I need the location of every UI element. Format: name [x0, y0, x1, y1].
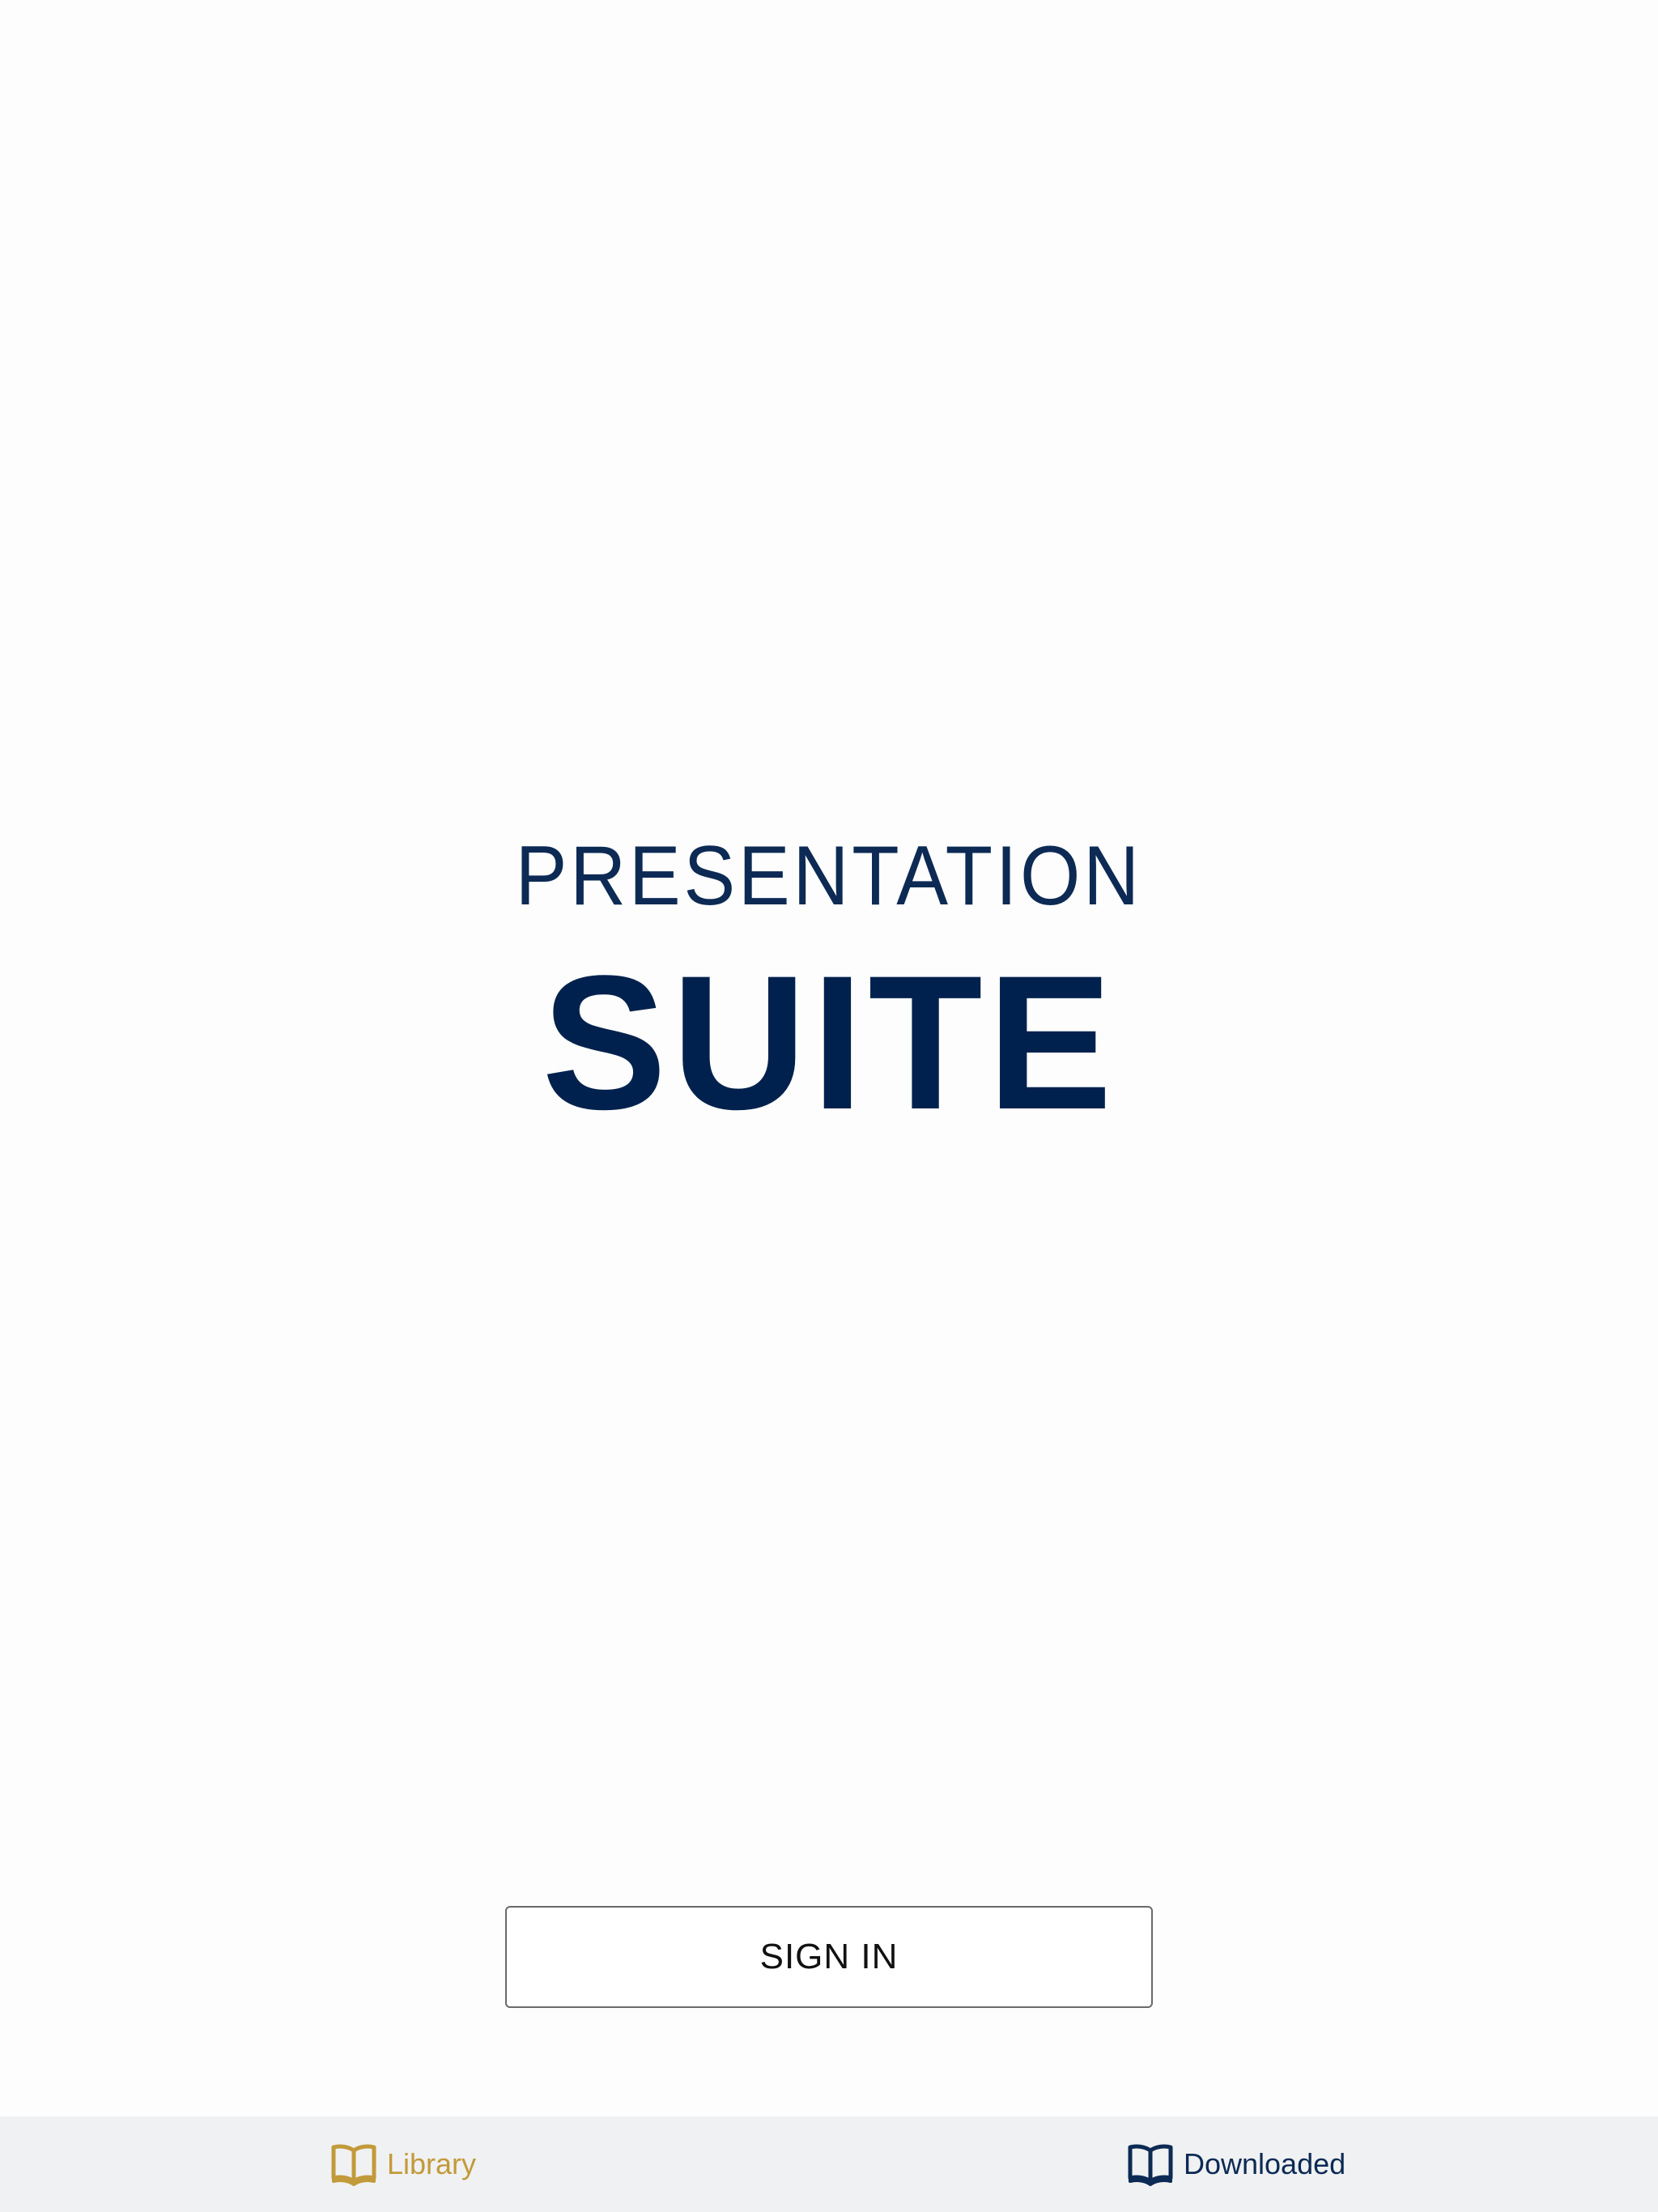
tab-library-label: Library	[387, 2147, 477, 2180]
logo-line-presentation: PRESENTATION	[515, 829, 1143, 923]
logo-line-suite: SUITE	[541, 936, 1117, 1150]
sign-in-button[interactable]: SIGN IN	[505, 1906, 1153, 2008]
bottom-tab-bar: Library Downloaded	[0, 2116, 1658, 2212]
tab-downloaded[interactable]: Downloaded	[1127, 2116, 1346, 2212]
open-book-icon	[1128, 2144, 1173, 2186]
tab-library[interactable]: Library	[330, 2116, 476, 2212]
app-logo: PRESENTATION SUITE	[0, 834, 1658, 1138]
open-book-icon	[331, 2144, 376, 2186]
tab-downloaded-label: Downloaded	[1184, 2147, 1346, 2180]
